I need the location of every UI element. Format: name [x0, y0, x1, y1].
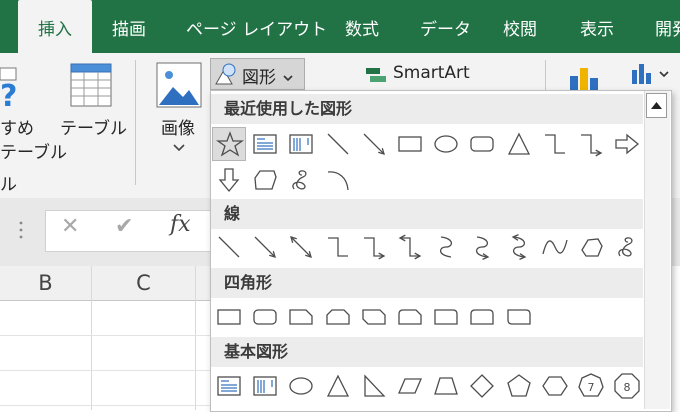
shapes-chevron-icon [282, 69, 294, 82]
recommended-label-top[interactable]: すめ [0, 114, 34, 139]
recommended-label-bottom[interactable]: テーブル [0, 138, 67, 163]
column-divider [195, 266, 196, 410]
shape-line-icon[interactable] [212, 230, 246, 264]
shape-arrow-line-icon[interactable] [357, 127, 391, 161]
shape-rect-icon[interactable] [393, 127, 427, 161]
shape-round2-diag-icon[interactable] [502, 300, 536, 334]
column-header-b[interactable]: B [0, 266, 91, 300]
chevron-down-icon[interactable] [172, 139, 186, 152]
shape-pentagon-icon[interactable] [502, 369, 536, 403]
shape-trapezoid-icon[interactable] [429, 369, 463, 403]
shape-freeform-curve-icon[interactable] [538, 230, 572, 264]
shape-star-icon[interactable] [212, 127, 246, 161]
shape-rounded-rect-icon[interactable] [465, 127, 499, 161]
shape-arc-icon[interactable] [321, 163, 355, 197]
section-lines: 線 [211, 199, 643, 229]
shape-curve-icon[interactable] [429, 230, 463, 264]
shape-right-arrow-icon[interactable] [610, 127, 644, 161]
recommended-pivot-icon[interactable]: ? [0, 66, 22, 114]
column-divider [91, 266, 92, 410]
shape-vtextbox-icon[interactable] [284, 127, 318, 161]
tab-insert[interactable]: 挿入 [18, 0, 92, 53]
column-header-c[interactable]: C [92, 266, 195, 300]
shape-scribble-icon[interactable] [284, 163, 318, 197]
svg-text:8: 8 [624, 381, 631, 394]
shapes-label: 図形 [242, 68, 276, 88]
shape-diamond-icon[interactable] [465, 369, 499, 403]
group-divider-2 [545, 60, 546, 90]
shape-triangle-icon[interactable] [502, 127, 536, 161]
shape-curve-double-arrow-icon[interactable] [502, 230, 536, 264]
svg-text:?: ? [0, 79, 17, 110]
row-divider [0, 405, 210, 406]
shape-round2-same-icon[interactable] [465, 300, 499, 334]
shape-scribble-icon[interactable] [610, 230, 644, 264]
formula-bar-grip[interactable] [18, 220, 24, 240]
shape-snip-shape-icon[interactable] [248, 163, 282, 197]
shape-round1-icon[interactable] [429, 300, 463, 334]
row-divider [0, 370, 210, 371]
tables-group-label: ル [0, 175, 17, 195]
shape-elbow-icon[interactable] [538, 127, 572, 161]
smartart-label[interactable]: SmartArt [393, 63, 470, 83]
shape-textbox-icon[interactable] [212, 369, 246, 403]
tab-draw[interactable]: 描画 [112, 0, 146, 53]
picture-icon[interactable] [156, 62, 202, 108]
shape-triangle-icon[interactable] [321, 369, 355, 403]
cancel-icon[interactable]: ✕ [61, 214, 79, 239]
shape-snip1-rect-icon[interactable] [284, 300, 318, 334]
shape-rounded-rect-icon[interactable] [248, 300, 282, 334]
shapes-icon [214, 62, 238, 86]
shape-parallelogram-icon[interactable] [393, 369, 427, 403]
tab-review[interactable]: 校閲 [503, 0, 537, 53]
smartart-icon[interactable] [364, 65, 388, 85]
insert-function-icon[interactable]: fx [170, 212, 191, 237]
shape-curve-arrow-icon[interactable] [465, 230, 499, 264]
tab-developer[interactable]: 開発 [655, 0, 680, 53]
shape-snip-round-icon[interactable] [393, 300, 427, 334]
ribbon-tab-bar [0, 0, 680, 53]
shape-snip2-same-icon[interactable] [321, 300, 355, 334]
section-basic-shapes: 基本図形 [211, 337, 643, 367]
tab-data[interactable]: データ [420, 0, 471, 53]
shape-octagon-icon[interactable]: 8 [610, 369, 644, 403]
group-divider [135, 60, 136, 185]
shape-arrow-line-icon[interactable] [248, 230, 282, 264]
svg-text:7: 7 [588, 381, 595, 394]
section-recent-shapes: 最近使用した図形 [211, 94, 643, 124]
shape-elbow-arrow-icon[interactable] [357, 230, 391, 264]
shape-vtextbox-icon[interactable] [248, 369, 282, 403]
shape-oval-icon[interactable] [284, 369, 318, 403]
shape-freeform-icon[interactable] [574, 230, 608, 264]
shape-double-arrow-icon[interactable] [284, 230, 318, 264]
bar-chart-icon[interactable] [628, 62, 672, 88]
tab-formulas[interactable]: 数式 [345, 0, 379, 53]
row-divider [0, 335, 210, 336]
shape-snip2-diag-icon[interactable] [357, 300, 391, 334]
panel-scrollbar[interactable] [644, 91, 670, 409]
shape-textbox-icon[interactable] [248, 127, 282, 161]
shape-hexagon-icon[interactable] [538, 369, 572, 403]
tab-view[interactable]: 表示 [580, 0, 614, 53]
shape-elbow-icon[interactable] [321, 230, 355, 264]
shape-line-icon[interactable] [321, 127, 355, 161]
table-icon[interactable] [70, 63, 112, 107]
section-rectangles: 四角形 [211, 268, 643, 298]
scroll-up-button[interactable] [646, 93, 667, 118]
tab-page-layout[interactable]: ページ レイアウト [186, 0, 327, 53]
shape-elbow-arrow-icon[interactable] [574, 127, 608, 161]
picture-label[interactable]: 画像 [161, 114, 195, 139]
recommended-charts-icon[interactable] [568, 66, 608, 90]
shape-heptagon-icon[interactable]: 7 [574, 369, 608, 403]
shape-rect-icon[interactable] [212, 300, 246, 334]
shape-oval-icon[interactable] [429, 127, 463, 161]
enter-icon[interactable]: ✔ [115, 214, 133, 239]
shape-right-triangle-icon[interactable] [357, 369, 391, 403]
shape-down-arrow-icon[interactable] [212, 163, 246, 197]
table-label[interactable]: テーブル [60, 114, 127, 139]
shape-elbow-double-arrow-icon[interactable] [393, 230, 427, 264]
